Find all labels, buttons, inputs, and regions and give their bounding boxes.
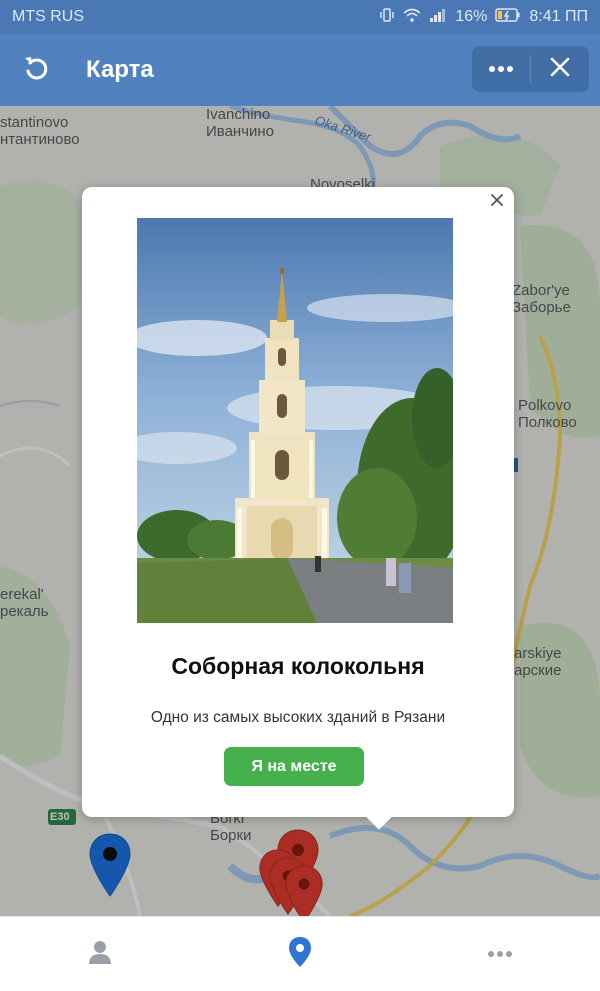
app-header: Карта bbox=[0, 34, 600, 106]
place-popup: Соборная колокольня Одно из самых высоки… bbox=[82, 187, 514, 830]
popup-close-button[interactable] bbox=[486, 191, 508, 213]
nav-item-map[interactable] bbox=[200, 917, 400, 991]
map-pin-icon bbox=[288, 936, 312, 973]
refresh-back-icon bbox=[22, 54, 50, 87]
status-bar: MTS RUS 16% 8:41 ПП bbox=[0, 0, 600, 34]
nav-item-profile[interactable] bbox=[0, 917, 200, 991]
user-icon bbox=[87, 939, 113, 970]
wifi-icon bbox=[403, 7, 421, 28]
bottom-nav bbox=[0, 916, 600, 991]
checkin-button[interactable]: Я на месте bbox=[224, 747, 364, 786]
more-dots-icon bbox=[487, 945, 513, 963]
clock: 8:41 ПП bbox=[529, 8, 588, 25]
back-button[interactable] bbox=[0, 34, 72, 106]
battery-percent: 16% bbox=[455, 8, 488, 25]
more-dots-icon bbox=[488, 60, 514, 78]
close-icon bbox=[550, 57, 570, 82]
bell-tower-photo bbox=[137, 218, 453, 623]
nav-item-more[interactable] bbox=[400, 917, 600, 991]
close-icon bbox=[491, 193, 503, 211]
place-title: Соборная колокольня bbox=[171, 653, 425, 679]
close-app-button[interactable] bbox=[531, 46, 589, 92]
more-button[interactable] bbox=[472, 46, 530, 92]
signal-icon bbox=[429, 7, 447, 28]
vibrate-icon bbox=[379, 7, 395, 28]
mini-program-capsule bbox=[472, 46, 589, 92]
place-description: Одно из самых высоких зданий в Рязани bbox=[150, 709, 446, 726]
carrier-name: MTS RUS bbox=[12, 8, 84, 25]
battery-charging-icon bbox=[495, 7, 521, 28]
